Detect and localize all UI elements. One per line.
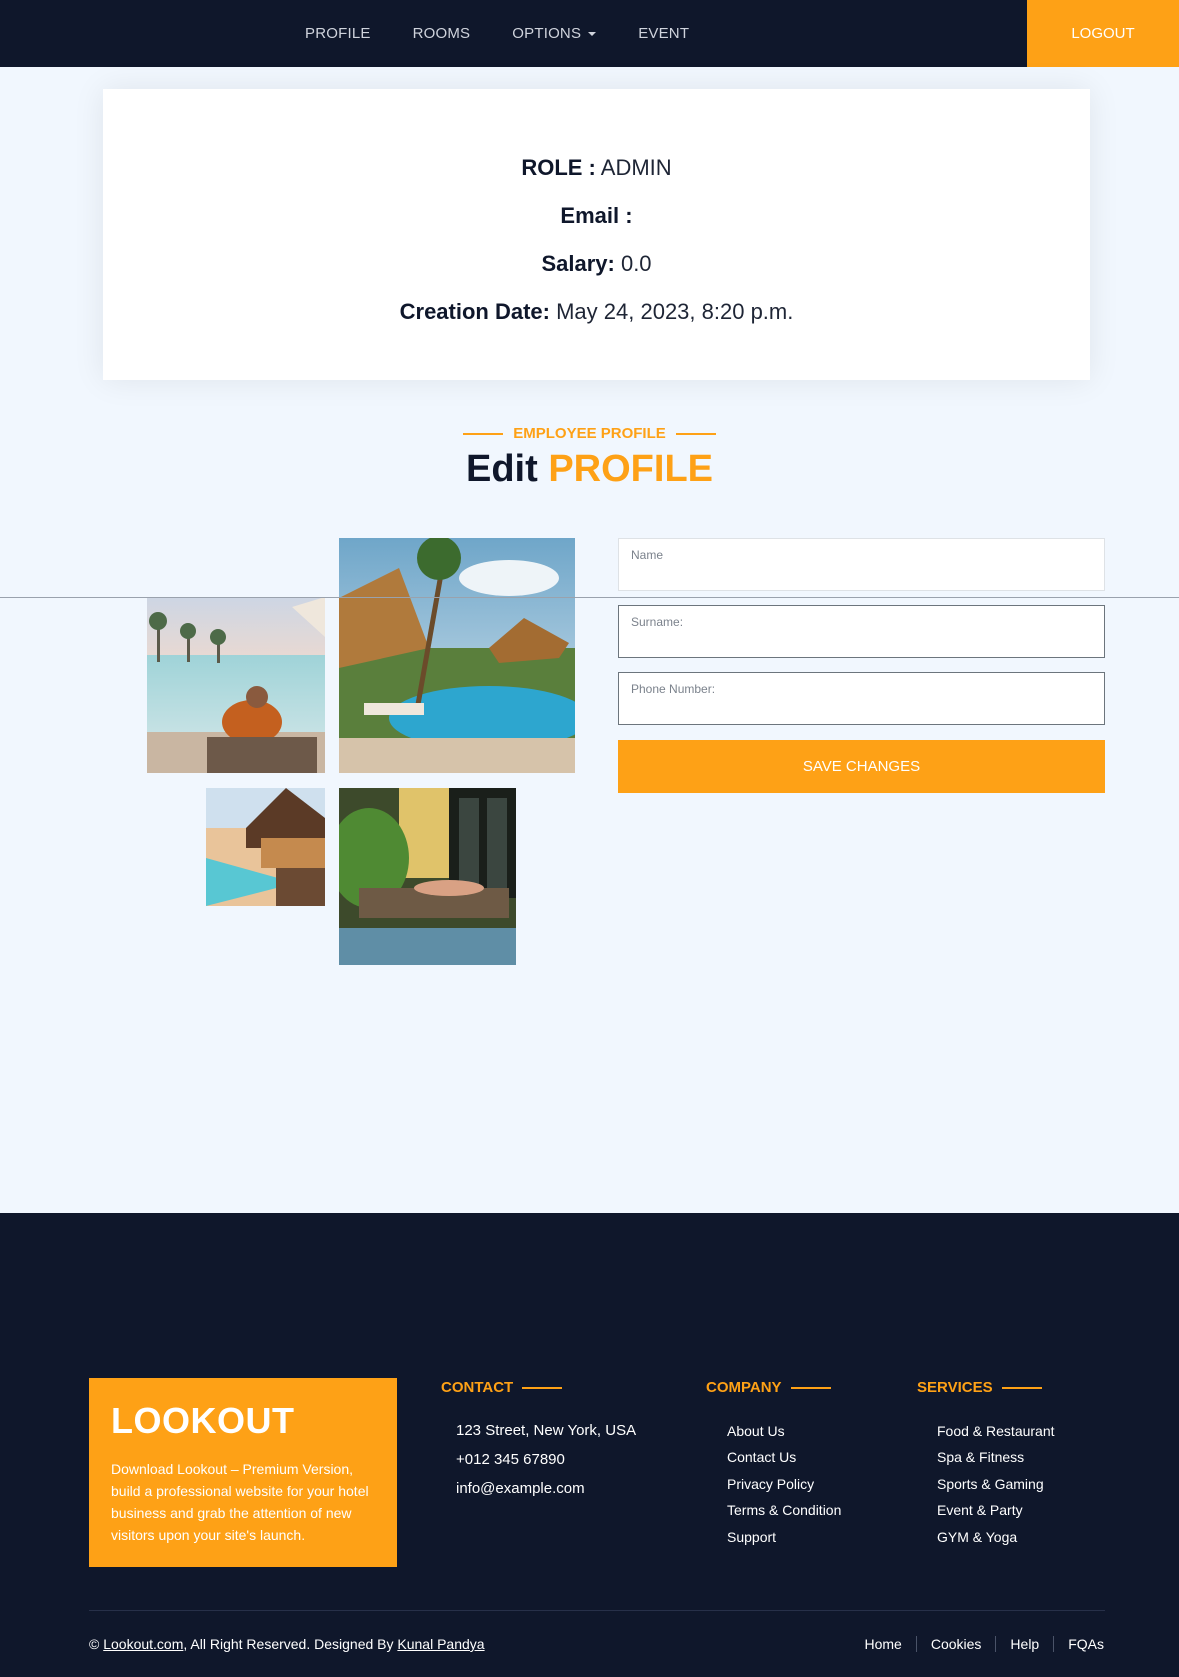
footer-bottom-links: Home Cookies Help FQAs xyxy=(864,1636,1104,1652)
salary-value: 0.0 xyxy=(620,251,652,276)
contact-heading-text: CONTACT xyxy=(441,1379,514,1396)
role-row: ROLE : ADMIN xyxy=(103,145,1090,193)
account-info-card: ROLE : ADMIN Email : Salary: 0.0 Creatio… xyxy=(103,89,1090,380)
nav-item-rooms[interactable]: ROOMS xyxy=(413,25,471,42)
tropical-resort-photo xyxy=(339,538,575,773)
caret-down-icon xyxy=(588,31,597,36)
service-event-party[interactable]: Event & Party xyxy=(937,1502,1023,1518)
beach-pool-photo xyxy=(147,597,325,773)
link-separator xyxy=(1053,1636,1055,1652)
nav-links: PROFILE ROOMS OPTIONS EVENT xyxy=(305,0,731,67)
footer-link-support[interactable]: Support xyxy=(727,1529,776,1545)
email-label: Email : xyxy=(560,203,633,228)
copyright-symbol: © xyxy=(89,1636,100,1652)
copyright-site-link[interactable]: Lookout.com xyxy=(103,1636,183,1652)
phone-number-field-label: Phone Number: xyxy=(631,682,716,696)
salary-row: Salary: 0.0 xyxy=(103,241,1090,289)
logout-button[interactable]: LOGOUT xyxy=(1027,0,1179,67)
divider-line xyxy=(790,1386,831,1389)
bottom-link-cookies[interactable]: Cookies xyxy=(931,1636,982,1652)
designer-link[interactable]: Kunal Pandya xyxy=(397,1636,484,1652)
divider-line xyxy=(675,432,716,435)
copyright: © Lookout.com, All Right Reserved. Desig… xyxy=(89,1636,485,1652)
bottom-link-help[interactable]: Help xyxy=(1010,1636,1039,1652)
brand-logo[interactable]: LOOKOUT xyxy=(111,1400,375,1442)
creation-date-row: Creation Date: May 24, 2023, 8:20 p.m. xyxy=(103,289,1090,337)
contact-heading: CONTACT xyxy=(441,1379,563,1396)
services-heading: SERVICES xyxy=(917,1379,1042,1396)
surname-field-label: Surname: xyxy=(631,615,684,629)
footer-link-about-us[interactable]: About Us xyxy=(727,1423,785,1439)
brand-description: Download Lookout – Premium Version, buil… xyxy=(111,1461,369,1543)
link-separator xyxy=(915,1636,917,1652)
service-sports-gaming[interactable]: Sports & Gaming xyxy=(937,1476,1044,1492)
horizontal-rule xyxy=(0,597,1179,598)
lounge-chair-photo xyxy=(339,788,516,965)
page-title-highlight: PROFILE xyxy=(548,448,714,490)
email-row: Email : xyxy=(103,193,1090,241)
services-heading-text: SERVICES xyxy=(917,1379,993,1396)
service-food-restaurant[interactable]: Food & Restaurant xyxy=(937,1423,1055,1439)
page-title-main: Edit xyxy=(465,448,538,490)
phone-number-field[interactable]: Phone Number: xyxy=(618,672,1105,725)
name-field[interactable]: Name xyxy=(618,538,1105,591)
copyright-text: , All Right Reserved. Designed By xyxy=(183,1636,394,1652)
bottom-link-home[interactable]: Home xyxy=(864,1636,901,1652)
poolside-cabin-photo xyxy=(206,788,325,906)
salary-label: Salary: xyxy=(541,251,615,276)
nav-item-event[interactable]: EVENT xyxy=(638,25,689,42)
creation-date-label: Creation Date: xyxy=(399,299,550,324)
page-title: Edit PROFILE xyxy=(0,448,1179,491)
divider-line xyxy=(522,1386,563,1389)
nav-item-options-label: OPTIONS xyxy=(512,25,582,42)
section-subtitle-text: EMPLOYEE PROFILE xyxy=(513,425,666,442)
footer-divider xyxy=(89,1610,1105,1611)
service-gym-yoga[interactable]: GYM & Yoga xyxy=(937,1529,1017,1545)
company-heading-text: COMPANY xyxy=(706,1379,782,1396)
contact-email: info@example.com xyxy=(456,1480,585,1497)
divider-line xyxy=(463,432,504,435)
navbar: PROFILE ROOMS OPTIONS EVENT LOGOUT xyxy=(0,0,1179,67)
section-subtitle: EMPLOYEE PROFILE xyxy=(0,425,1179,442)
footer-link-terms[interactable]: Terms & Condition xyxy=(727,1502,841,1518)
save-changes-button[interactable]: SAVE CHANGES xyxy=(618,740,1105,793)
role-value: ADMIN xyxy=(600,155,672,180)
name-field-label: Name xyxy=(631,548,664,562)
company-heading: COMPANY xyxy=(706,1379,831,1396)
contact-address: 123 Street, New York, USA xyxy=(456,1422,637,1439)
link-separator xyxy=(995,1636,997,1652)
nav-item-profile[interactable]: PROFILE xyxy=(305,25,371,42)
creation-date-value: May 24, 2023, 8:20 p.m. xyxy=(556,299,794,324)
footer-link-contact-us[interactable]: Contact Us xyxy=(727,1449,796,1465)
service-spa-fitness[interactable]: Spa & Fitness xyxy=(937,1449,1024,1465)
surname-field[interactable]: Surname: xyxy=(618,605,1105,658)
footer-link-privacy-policy[interactable]: Privacy Policy xyxy=(727,1476,814,1492)
role-label: ROLE : xyxy=(521,155,596,180)
contact-phone: +012 345 67890 xyxy=(456,1451,565,1468)
bottom-link-fqas[interactable]: FQAs xyxy=(1068,1636,1104,1652)
nav-item-options[interactable]: OPTIONS xyxy=(512,25,597,42)
divider-line xyxy=(1001,1386,1042,1389)
brand-box: LOOKOUT Download Lookout – Premium Versi… xyxy=(89,1378,397,1567)
